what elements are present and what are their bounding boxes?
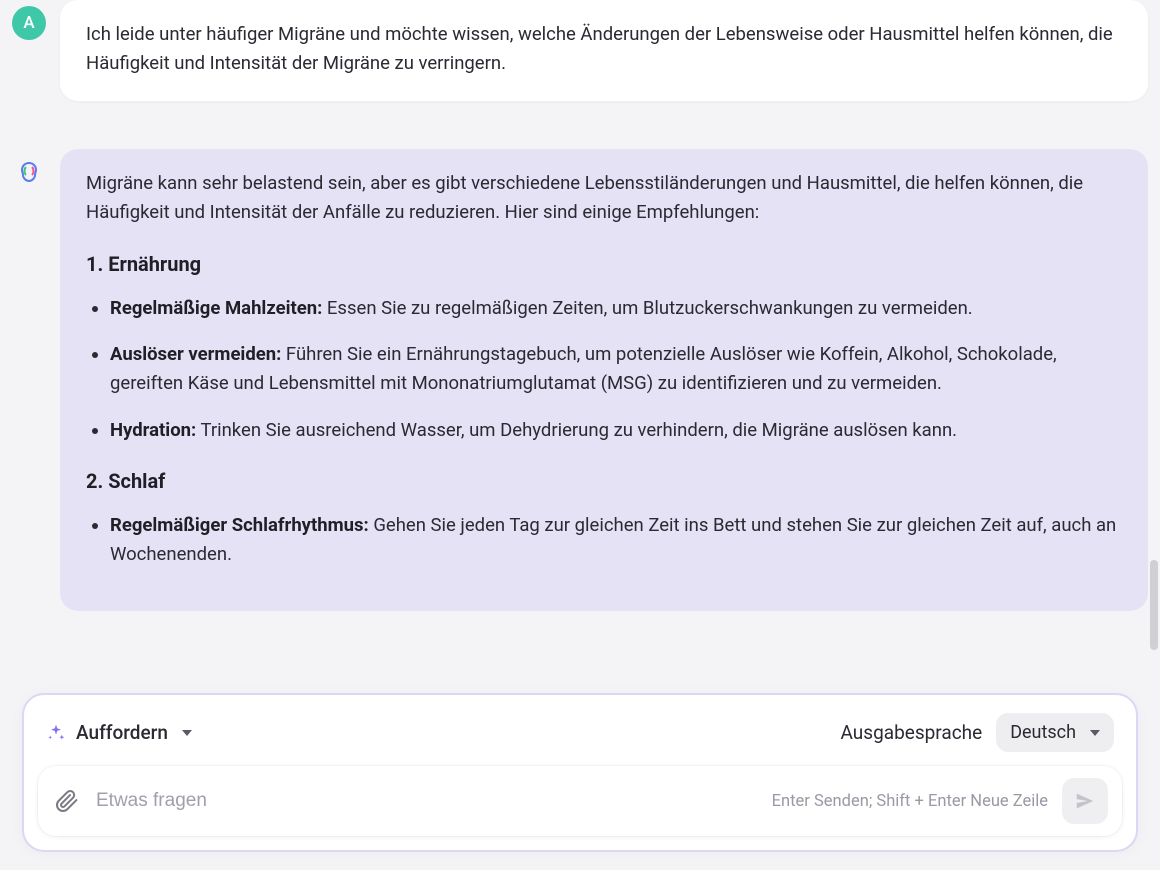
- user-avatar: A: [12, 6, 46, 40]
- list-item: Regelmäßige Mahlzeiten: Essen Sie zu reg…: [110, 294, 1122, 323]
- chat-scroll-area[interactable]: A Ich leide unter häufiger Migräne und m…: [0, 0, 1160, 655]
- message-input[interactable]: [96, 790, 758, 812]
- composer-input-row: Enter Senden; Shift + Enter Neue Zeile: [38, 766, 1122, 836]
- mode-label: Auffordern: [76, 721, 168, 744]
- input-hint: Enter Senden; Shift + Enter Neue Zeile: [772, 792, 1048, 811]
- send-icon: [1074, 790, 1096, 812]
- attach-button[interactable]: [52, 786, 82, 816]
- mode-selector[interactable]: Auffordern: [46, 721, 192, 744]
- send-button[interactable]: [1062, 778, 1108, 824]
- assistant-logo-icon: [17, 160, 41, 184]
- sparkle-icon: [46, 723, 66, 743]
- scrollbar-thumb[interactable]: [1150, 560, 1158, 650]
- avatar-letter: A: [23, 13, 34, 33]
- user-message-text: Ich leide unter häufiger Migräne und möc…: [86, 23, 1113, 74]
- list-item-text: Essen Sie zu regelmäßigen Zeiten, um Blu…: [322, 297, 972, 319]
- assistant-intro: Migräne kann sehr belastend sein, aber e…: [86, 169, 1122, 226]
- assistant-avatar: [12, 155, 46, 189]
- user-message-bubble: Ich leide unter häufiger Migräne und möc…: [60, 0, 1148, 101]
- list-item-label: Regelmäßige Mahlzeiten:: [110, 297, 322, 319]
- composer-panel: Auffordern Ausgabesprache Deutsch Enter …: [22, 693, 1138, 852]
- assistant-message-bubble: Migräne kann sehr belastend sein, aber e…: [60, 149, 1148, 610]
- list-item-text: Trinken Sie ausreichend Wasser, um Dehyd…: [196, 419, 957, 441]
- list-item-label: Auslöser vermeiden:: [110, 343, 281, 365]
- user-message-row: A Ich leide unter häufiger Migräne und m…: [12, 0, 1148, 101]
- language-value: Deutsch: [1010, 722, 1076, 743]
- chevron-down-icon: [182, 730, 192, 736]
- section-heading: 2. Schlaf: [86, 466, 1122, 497]
- section-list: Regelmäßige Mahlzeiten: Essen Sie zu reg…: [86, 294, 1122, 445]
- paperclip-icon: [55, 789, 79, 813]
- output-language-label: Ausgabesprache: [841, 721, 983, 744]
- list-item: Auslöser vermeiden: Führen Sie ein Ernäh…: [110, 340, 1122, 397]
- section-heading: 1. Ernährung: [86, 249, 1122, 280]
- list-item: Regelmäßiger Schlafrhythmus: Gehen Sie j…: [110, 511, 1122, 568]
- section-list: Regelmäßiger Schlafrhythmus: Gehen Sie j…: [86, 511, 1122, 568]
- list-item-label: Hydration:: [110, 419, 196, 441]
- assistant-message-row: Migräne kann sehr belastend sein, aber e…: [12, 149, 1148, 610]
- list-item: Hydration: Trinken Sie ausreichend Wasse…: [110, 416, 1122, 445]
- composer-top-row: Auffordern Ausgabesprache Deutsch: [38, 709, 1122, 766]
- language-controls: Ausgabesprache Deutsch: [841, 713, 1114, 752]
- chevron-down-icon: [1090, 730, 1100, 736]
- list-item-label: Regelmäßiger Schlafrhythmus:: [110, 514, 369, 536]
- language-select[interactable]: Deutsch: [996, 713, 1114, 752]
